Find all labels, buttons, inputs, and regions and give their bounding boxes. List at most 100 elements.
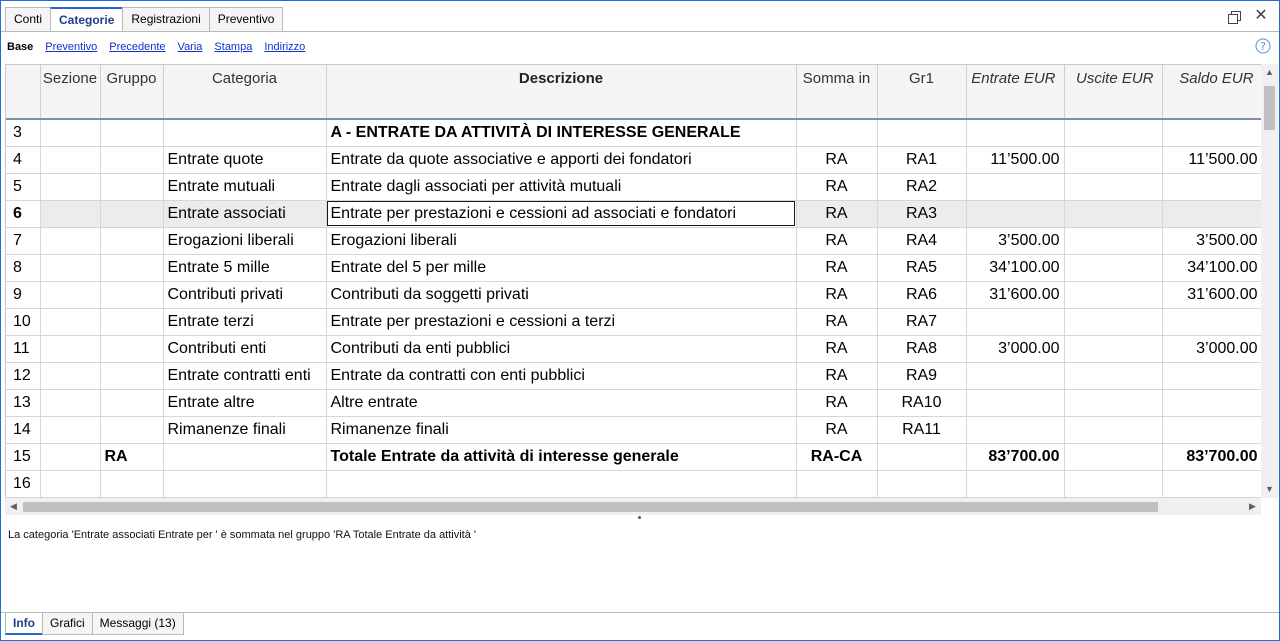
- cell-categoria[interactable]: Entrate terzi: [163, 308, 327, 336]
- cell-gr1[interactable]: [877, 470, 967, 498]
- cell-saldo[interactable]: [1162, 308, 1261, 336]
- cell-descrizione[interactable]: A - ENTRATE DA ATTIVITÀ DI INTERESSE GEN…: [326, 119, 797, 147]
- cell-entrate[interactable]: 34’100.00: [966, 254, 1065, 282]
- cell-entrate[interactable]: 31’600.00: [966, 281, 1065, 309]
- cell-descrizione[interactable]: Contributi da enti pubblici: [326, 335, 797, 363]
- cell-somma-in[interactable]: RA: [796, 254, 878, 282]
- row-number[interactable]: 11: [6, 335, 41, 363]
- cell-categoria[interactable]: Contributi privati: [163, 281, 327, 309]
- cell-somma-in[interactable]: RA-CA: [796, 443, 878, 471]
- cell-sezione[interactable]: [40, 200, 101, 228]
- cell-saldo[interactable]: [1162, 470, 1261, 498]
- cell-gruppo[interactable]: [100, 254, 164, 282]
- cell-gr1[interactable]: RA3: [877, 200, 967, 228]
- cell-somma-in[interactable]: [796, 470, 878, 498]
- table-row[interactable]: 10 Entrate terzi Entrate per prestazioni e…: [6, 308, 1261, 336]
- table-row[interactable]: 8 Entrate 5 mille Entrate del 5 per mille R…: [6, 254, 1261, 282]
- cell-saldo[interactable]: 11’500.00: [1162, 146, 1261, 174]
- cell-somma-in[interactable]: RA: [796, 416, 878, 444]
- tab-grafici[interactable]: Grafici: [42, 613, 93, 635]
- cell-somma-in[interactable]: RA: [796, 200, 878, 228]
- view-varia[interactable]: Varia: [178, 41, 203, 53]
- table-row[interactable]: 9 Contributi privati Contributi da soggett…: [6, 281, 1261, 309]
- scroll-right-icon[interactable]: ▶: [1244, 498, 1261, 515]
- table-row[interactable]: 13 Entrate altre Altre entrate RA RA10: [6, 389, 1261, 417]
- cell-entrate[interactable]: [966, 389, 1065, 417]
- cell-sezione[interactable]: [40, 146, 101, 174]
- close-icon[interactable]: ✕: [1253, 7, 1269, 25]
- tab-info[interactable]: Info: [5, 613, 43, 635]
- cell-somma-in[interactable]: RA: [796, 389, 878, 417]
- cell-gr1[interactable]: RA4: [877, 227, 967, 255]
- cell-gruppo[interactable]: [100, 335, 164, 363]
- scroll-up-icon[interactable]: ▲: [1261, 64, 1278, 81]
- cell-somma-in[interactable]: RA: [796, 335, 878, 363]
- tab-preventivo[interactable]: Preventivo: [208, 7, 284, 31]
- cell-gruppo[interactable]: [100, 200, 164, 228]
- cell-gr1[interactable]: RA11: [877, 416, 967, 444]
- cell-gr1[interactable]: RA7: [877, 308, 967, 336]
- vertical-scrollbar[interactable]: ▲ ▼: [1261, 64, 1278, 498]
- cell-descrizione[interactable]: Entrate per prestazioni e cessioni ad as…: [326, 200, 797, 228]
- row-number[interactable]: 16: [6, 470, 41, 498]
- cell-gruppo[interactable]: [100, 416, 164, 444]
- cell-somma-in[interactable]: RA: [796, 362, 878, 390]
- cell-saldo[interactable]: [1162, 416, 1261, 444]
- tab-conti[interactable]: Conti: [5, 7, 52, 31]
- cell-uscite[interactable]: [1064, 416, 1163, 444]
- cell-sezione[interactable]: [40, 362, 101, 390]
- cell-descrizione[interactable]: Altre entrate: [326, 389, 797, 417]
- cell-saldo[interactable]: [1162, 389, 1261, 417]
- cell-sezione[interactable]: [40, 308, 101, 336]
- cell-saldo[interactable]: 3’000.00: [1162, 335, 1261, 363]
- cell-uscite[interactable]: [1064, 119, 1163, 147]
- cell-somma-in[interactable]: RA: [796, 281, 878, 309]
- cell-gruppo[interactable]: [100, 227, 164, 255]
- tab-categorie[interactable]: Categorie: [50, 7, 124, 32]
- header-gr1[interactable]: Gr1: [877, 65, 967, 120]
- cell-uscite[interactable]: [1064, 443, 1163, 471]
- cell-categoria[interactable]: Entrate quote: [163, 146, 327, 174]
- table-row[interactable]: 5 Entrate mutuali Entrate dagli associati …: [6, 173, 1261, 201]
- cell-entrate[interactable]: [966, 362, 1065, 390]
- table-row[interactable]: 3 A - ENTRATE DA ATTIVITÀ DI INTERESSE GE…: [6, 119, 1261, 147]
- cell-somma-in[interactable]: RA: [796, 227, 878, 255]
- cell-uscite[interactable]: [1064, 200, 1163, 228]
- cell-somma-in[interactable]: RA: [796, 308, 878, 336]
- table-row[interactable]: 6 Entrate associati Entrate per prestazion…: [6, 200, 1261, 228]
- cell-entrate[interactable]: [966, 470, 1065, 498]
- table-row[interactable]: 4 Entrate quote Entrate da quote associati…: [6, 146, 1261, 174]
- cell-somma-in[interactable]: RA: [796, 146, 878, 174]
- cell-descrizione[interactable]: Entrate per prestazioni e cessioni a ter…: [326, 308, 797, 336]
- row-number[interactable]: 10: [6, 308, 41, 336]
- cell-gruppo[interactable]: [100, 173, 164, 201]
- scroll-down-icon[interactable]: ▼: [1261, 481, 1278, 498]
- table-row[interactable]: 7 Erogazioni liberali Erogazioni liberali R…: [6, 227, 1261, 255]
- cell-sezione[interactable]: [40, 443, 101, 471]
- header-entrate-eur[interactable]: Entrate EUR: [966, 65, 1065, 120]
- view-base[interactable]: Base: [7, 41, 33, 53]
- cell-sezione[interactable]: [40, 389, 101, 417]
- table-row[interactable]: 16: [6, 470, 1261, 498]
- cell-sezione[interactable]: [40, 119, 101, 147]
- view-preventivo[interactable]: Preventivo: [45, 41, 97, 53]
- cell-saldo[interactable]: [1162, 119, 1261, 147]
- cell-gr1[interactable]: RA1: [877, 146, 967, 174]
- cell-uscite[interactable]: [1064, 281, 1163, 309]
- cell-somma-in[interactable]: RA: [796, 173, 878, 201]
- table-row[interactable]: 12 Entrate contratti enti Entrate da contr…: [6, 362, 1261, 390]
- cell-descrizione[interactable]: Entrate da contratti con enti pubblici: [326, 362, 797, 390]
- cell-sezione[interactable]: [40, 335, 101, 363]
- restore-window-icon[interactable]: [1227, 10, 1243, 26]
- cell-gr1[interactable]: [877, 119, 967, 147]
- cell-gruppo[interactable]: [100, 362, 164, 390]
- header-descrizione[interactable]: Descrizione: [326, 65, 797, 120]
- header-categoria[interactable]: Categoria: [163, 65, 327, 120]
- cell-categoria[interactable]: Entrate mutuali: [163, 173, 327, 201]
- cell-categoria[interactable]: Entrate altre: [163, 389, 327, 417]
- row-number[interactable]: 13: [6, 389, 41, 417]
- header-gruppo[interactable]: Gruppo: [100, 65, 164, 120]
- cell-saldo[interactable]: [1162, 362, 1261, 390]
- help-icon[interactable]: ?: [1255, 38, 1271, 54]
- cell-uscite[interactable]: [1064, 146, 1163, 174]
